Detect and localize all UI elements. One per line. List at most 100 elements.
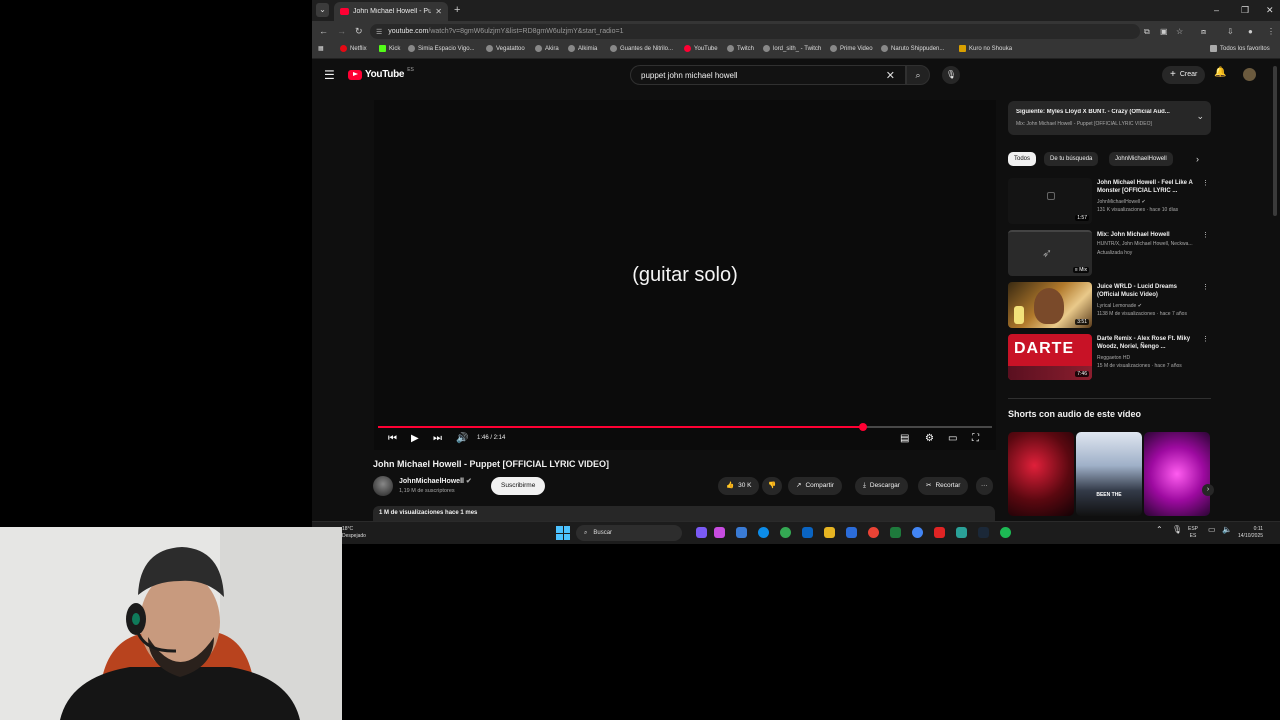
video-player[interactable]: (guitar solo) ⏮ ▶ ⏭ 🔊 1:46 / 2:14 ▤ ⚙ ▭ … xyxy=(374,100,996,450)
theater-mode-icon[interactable]: ▭ xyxy=(948,432,957,446)
app-red-icon[interactable] xyxy=(934,527,945,538)
steam-icon[interactable] xyxy=(978,527,989,538)
bookmark-guantes[interactable]: Guantes de Nitrilo... xyxy=(610,45,673,52)
url-bar[interactable]: ☰ youtube.com /watch?v=8gmW6ulzjmY&list=… xyxy=(370,24,1140,39)
start-windows-icon[interactable] xyxy=(556,526,570,540)
more-vert-icon[interactable]: ⋮ xyxy=(1202,335,1209,343)
bookmark-akira[interactable]: Akira xyxy=(535,45,559,52)
spotify-icon[interactable] xyxy=(1000,527,1011,538)
youtube-logo[interactable]: YouTube ES xyxy=(348,67,414,80)
chip-channel[interactable]: JohnMichaelHowell xyxy=(1109,152,1173,166)
bookmark-vegatattoo[interactable]: Vegatattoo xyxy=(486,45,525,52)
dislike-button[interactable]: 👎 xyxy=(762,477,783,495)
short-thumbnail[interactable] xyxy=(1008,432,1074,516)
chevron-up-icon[interactable]: ⌃ xyxy=(1156,526,1163,534)
share-button[interactable]: ↗ Compartir xyxy=(788,477,842,495)
install-app-icon[interactable]: ⧉ xyxy=(1144,26,1150,37)
voice-search-button[interactable]: 🎙 xyxy=(942,66,960,84)
calculator-icon[interactable] xyxy=(846,527,857,538)
chip-all[interactable]: Todos xyxy=(1008,152,1037,166)
bookmark-kick[interactable]: Kick xyxy=(379,45,400,52)
account-avatar[interactable] xyxy=(1243,68,1256,81)
reload-icon[interactable]: ↻ xyxy=(355,25,363,38)
short-thumbnail[interactable]: BEEN THE xyxy=(1076,432,1142,516)
more-vert-icon[interactable]: ⋮ xyxy=(1202,231,1209,239)
scrubber-handle[interactable] xyxy=(859,423,868,431)
bookmark-star-icon[interactable]: ☆ xyxy=(1176,26,1183,37)
next-icon[interactable]: ⏭ xyxy=(433,432,442,446)
microphone-icon[interactable]: 🎙 xyxy=(1172,526,1182,534)
network-icon[interactable]: ▭ xyxy=(1208,526,1216,534)
download-button[interactable]: ⤓ Descargar xyxy=(855,477,908,495)
clock[interactable]: 0:11 14/10/2025 xyxy=(1238,526,1263,540)
copilot-icon[interactable] xyxy=(696,527,707,538)
like-button[interactable]: 👍 30 K xyxy=(718,477,760,495)
browser-menu-icon[interactable]: ⋮ xyxy=(1267,26,1275,37)
notifications-bell-icon[interactable]: 🔔 xyxy=(1214,67,1226,78)
downloads-icon[interactable]: ⇩ xyxy=(1227,26,1234,37)
taskbar-search[interactable]: ⌕ Buscar xyxy=(576,525,682,541)
more-vert-icon[interactable]: ⋮ xyxy=(1202,283,1209,291)
channel-name[interactable]: JohnMichaelHowell ✔ xyxy=(399,477,472,485)
forward-icon[interactable]: → xyxy=(337,25,346,38)
back-icon[interactable]: ← xyxy=(319,25,328,38)
app-teal-icon[interactable] xyxy=(956,527,967,538)
close-window-button[interactable]: ✕ xyxy=(1266,3,1274,17)
bookmark-netflix[interactable]: Netflix xyxy=(340,45,367,52)
settings-gear-icon[interactable]: ⚙ xyxy=(925,432,934,446)
related-video[interactable]: DARTE 7:46 Darte Remix - Alex Rose Ft. M… xyxy=(1008,334,1211,380)
bookmark-youtube[interactable]: YouTube xyxy=(684,45,718,52)
search-button[interactable]: ⌕ xyxy=(906,65,930,85)
bookmark-kuro[interactable]: Kuro no Shouka xyxy=(959,45,1012,52)
clip-button[interactable]: ✂ Recortar xyxy=(918,477,969,495)
tab-youtube[interactable]: John Michael Howell - Puppet [ ✕ xyxy=(334,2,448,21)
excel-icon[interactable] xyxy=(890,527,901,538)
maximize-button[interactable]: ❐ xyxy=(1241,3,1249,17)
translate-icon[interactable]: ▣ xyxy=(1160,26,1168,37)
close-tab-icon[interactable]: ✕ xyxy=(435,7,442,16)
previous-icon[interactable]: ⏮ xyxy=(388,432,397,446)
bookmark-naruto[interactable]: Naruto Shippuden... xyxy=(881,45,944,52)
site-info-icon[interactable]: ☰ xyxy=(376,28,382,36)
subscribe-button[interactable]: Suscribirme xyxy=(491,477,546,495)
volume-icon[interactable]: 🔊 xyxy=(456,432,468,446)
tab-search-dropdown[interactable]: ⌄ xyxy=(316,3,329,17)
bookmark-lord-sith[interactable]: lord_sith_ - Twitch xyxy=(763,45,821,52)
weather-widget[interactable]: 18°C Despejado xyxy=(342,526,366,540)
related-mix[interactable]: ➶ ≡ Mix Mix: John Michael Howell HUNTR/X… xyxy=(1008,230,1211,276)
search-input[interactable]: puppet john michael howell ✕ xyxy=(630,65,906,85)
related-video[interactable]: 1:57 John Michael Howell - Feel Like A M… xyxy=(1008,178,1211,224)
shorts-next-icon[interactable]: › xyxy=(1202,484,1214,496)
guide-menu-icon[interactable]: ☰ xyxy=(324,68,335,82)
chevron-down-icon[interactable]: ⌄ xyxy=(1196,111,1204,122)
more-actions-button[interactable]: ··· xyxy=(976,477,993,495)
file-explorer-icon[interactable] xyxy=(824,527,835,538)
related-video[interactable]: 3:51 Juice WRLD - Lucid Dreams (Official… xyxy=(1008,282,1211,328)
progress-bar[interactable] xyxy=(378,423,992,431)
short-thumbnail[interactable] xyxy=(1144,432,1210,516)
chrome-active-icon[interactable] xyxy=(868,527,879,538)
outlook-icon[interactable] xyxy=(802,527,813,538)
subtitles-icon[interactable]: ▤ xyxy=(900,432,909,446)
chevron-right-icon[interactable]: › xyxy=(1196,154,1199,164)
all-bookmarks-folder[interactable]: Todos los favoritos xyxy=(1210,45,1270,52)
up-next-panel[interactable]: Siguiente: Myles Lloyd X BUNT. - Crazy (… xyxy=(1008,101,1211,135)
chip-from-search[interactable]: De tu búsqueda xyxy=(1044,152,1099,166)
play-icon[interactable]: ▶ xyxy=(411,432,419,446)
description-box[interactable]: 1 M de visualizaciones hace 1 mes xyxy=(373,506,995,521)
speaker-icon[interactable]: 🔈 xyxy=(1222,526,1232,534)
channel-avatar[interactable] xyxy=(373,476,393,496)
bookmark-prime-video[interactable]: Prime Video xyxy=(830,45,873,52)
edge-icon[interactable] xyxy=(758,527,769,538)
page-scrollbar[interactable] xyxy=(1273,66,1277,216)
chrome-profile-icon[interactable] xyxy=(912,527,923,538)
store-icon[interactable] xyxy=(736,527,747,538)
new-tab-button[interactable]: + xyxy=(454,3,460,17)
extensions-icon[interactable]: ⧈ xyxy=(1201,26,1206,37)
clear-search-icon[interactable]: ✕ xyxy=(886,69,895,82)
bookmark-simia[interactable]: Simia Espacio Vigo... xyxy=(408,45,475,52)
language-indicator[interactable]: ESP ES xyxy=(1188,526,1198,540)
chrome-icon[interactable] xyxy=(780,527,791,538)
fullscreen-icon[interactable]: ⛶ xyxy=(972,432,979,446)
more-vert-icon[interactable]: ⋮ xyxy=(1202,179,1209,187)
